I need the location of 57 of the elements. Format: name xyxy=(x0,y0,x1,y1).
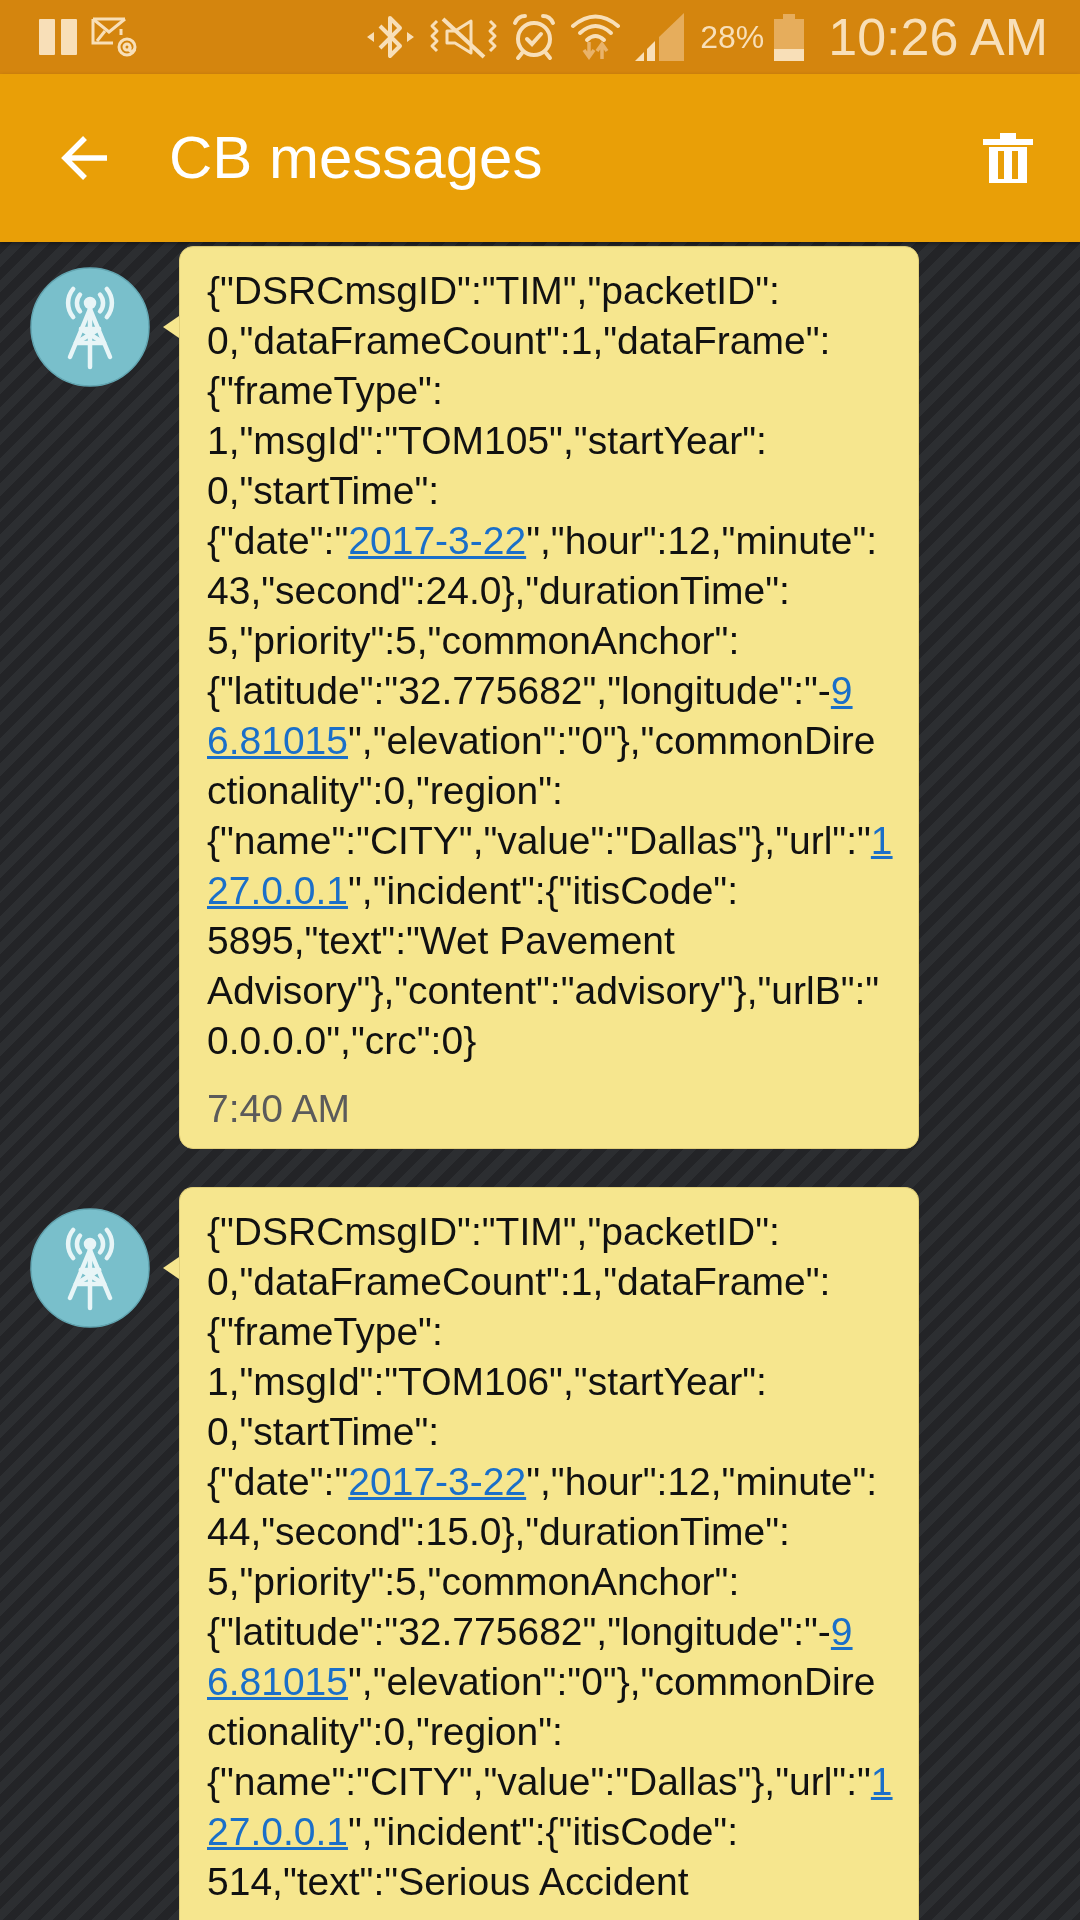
message-text: {"frameType": xyxy=(207,369,443,412)
message-link[interactable]: 9 xyxy=(830,1610,853,1653)
message-text: 0,"startTime": xyxy=(207,469,440,512)
back-arrow-icon[interactable] xyxy=(60,134,109,182)
message-text: {"DSRCmsgID":"TIM","packetID": xyxy=(207,269,780,312)
message-text: ctionality":0,"region": xyxy=(207,1710,563,1753)
message-text: ","hour":12,"minute": xyxy=(526,1460,878,1503)
message-link[interactable]: 2017-3-22 xyxy=(348,519,527,562)
message-text: ctionality":0,"region": xyxy=(207,769,563,812)
wifi-icon xyxy=(570,13,622,61)
message-text: ","incident":{"itisCode": xyxy=(347,869,739,912)
message-text: ","elevation":"0"},"commonDire xyxy=(348,1660,876,1703)
email-icon xyxy=(91,17,138,57)
message-text: 514,"text":"Serious Accident xyxy=(207,1860,689,1903)
status-time: 10:26 AM xyxy=(828,7,1048,67)
pause-icon xyxy=(39,19,77,55)
message-text: 5895,"text":"Wet Pavement xyxy=(207,919,675,962)
message-text: Advisory"},"content":"advisory"},"urlB":" xyxy=(207,969,880,1012)
battery-icon xyxy=(774,13,805,61)
message-text: 0,"dataFrameCount":1,"dataFrame": xyxy=(207,1260,831,1303)
message-link[interactable]: 6.81015 xyxy=(207,1660,348,1703)
message-text: 0,"startTime": xyxy=(207,1410,440,1453)
cell-tower-icon xyxy=(30,1208,150,1328)
signal-icon xyxy=(635,13,685,61)
cell-tower-icon xyxy=(30,267,150,387)
message-text: ","elevation":"0"},"commonDire xyxy=(348,719,876,762)
battery-percent: 28% xyxy=(700,18,765,57)
alarm-clock-icon xyxy=(512,13,557,61)
trash-icon[interactable] xyxy=(983,133,1033,183)
message-text: {"name":"CITY","value":"Dallas"},"url":" xyxy=(207,1760,871,1803)
message-link[interactable]: 27.0.0.1 xyxy=(207,1810,348,1853)
message-text: {"date":" xyxy=(207,519,349,562)
message-text: {"DSRCmsgID":"TIM","packetID": xyxy=(207,1210,780,1253)
message-text: {"name":"CITY","value":"Dallas"},"url":" xyxy=(207,819,871,862)
message-link[interactable]: 2017-3-22 xyxy=(348,1460,527,1503)
message-link[interactable]: 27.0.0.1 xyxy=(207,869,348,912)
message-link[interactable]: 1 xyxy=(870,819,893,862)
message-text: ","incident":{"itisCode": xyxy=(347,1810,739,1853)
message-text: {"latitude":"32.775682","longitude":"- xyxy=(207,1610,831,1653)
bluetooth-icon xyxy=(366,13,416,61)
message-text: ","hour":12,"minute": xyxy=(526,519,878,562)
message-text: 44,"second":15.0},"durationTime": xyxy=(207,1510,790,1553)
message-text: 1,"msgId":"TOM105","startYear": xyxy=(207,419,767,462)
message-text: 5,"priority":5,"commonAnchor": xyxy=(207,619,740,662)
message-link[interactable]: 6.81015 xyxy=(207,719,348,762)
message-text: 1,"msgId":"TOM106","startYear": xyxy=(207,1360,767,1403)
message-text: 5,"priority":5,"commonAnchor": xyxy=(207,1560,740,1603)
message-text: 0.0.0.0","crc":0} xyxy=(207,1019,477,1062)
message-text: {"latitude":"32.775682","longitude":"- xyxy=(207,669,831,712)
message-time: 7:40 AM xyxy=(207,1086,352,1132)
message-text: {"date":" xyxy=(207,1460,349,1503)
message-text: 43,"second":24.0},"durationTime": xyxy=(207,569,790,612)
message-text: 0,"dataFrameCount":1,"dataFrame": xyxy=(207,319,831,362)
message-link[interactable]: 9 xyxy=(830,669,853,712)
screen-title: CB messages xyxy=(169,123,544,193)
message-link[interactable]: 1 xyxy=(870,1760,893,1803)
message-text: {"frameType": xyxy=(207,1310,443,1353)
